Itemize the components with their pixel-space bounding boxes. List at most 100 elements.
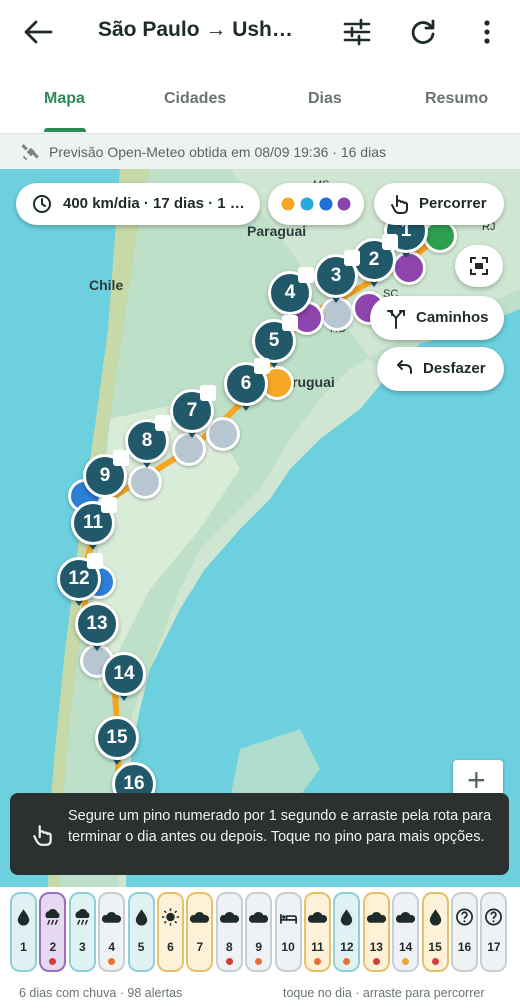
day-number: 12 (340, 940, 354, 954)
day-chip-13[interactable]: 13 (362, 892, 390, 972)
route-summary-text: 400 km/dia · 17 dias · 1 … (63, 195, 245, 212)
alert-dot (402, 958, 410, 965)
alert-dot (108, 958, 116, 965)
day-number: 16 (457, 940, 472, 954)
cloud-icon (249, 912, 269, 923)
lock-icon (254, 358, 270, 374)
day-number: 3 (78, 940, 86, 954)
day-chip-8[interactable]: 8 (215, 892, 243, 972)
day-chip-3[interactable]: 3 (68, 892, 96, 972)
legend-dots (281, 197, 351, 211)
tab-dias[interactable]: Dias (308, 90, 342, 108)
fit-screen-icon (470, 257, 488, 275)
day-number: 5 (137, 940, 145, 954)
lock-icon (382, 234, 398, 250)
hint-toast: Segure um pino numerado por 1 segundo e … (10, 793, 509, 875)
page-title: São Paulo → Ush… (98, 18, 293, 41)
desfazer-button[interactable]: Desfazer (377, 347, 504, 391)
day-chip-7[interactable]: 7 (186, 892, 214, 972)
alert-dot (343, 958, 351, 965)
storm-cloud-icon (75, 909, 90, 925)
day-number: 9 (255, 940, 263, 954)
day-chip-12[interactable]: 12 (333, 892, 361, 972)
weather-marker-cloud[interactable] (206, 417, 240, 451)
lock-icon (298, 267, 314, 283)
alert-dot (431, 958, 439, 965)
day-chip-11[interactable]: 11 (304, 892, 331, 972)
day-chip-17[interactable]: 17 (480, 892, 508, 972)
day-number: 1 (20, 940, 27, 954)
day-pin-number: 15 (95, 716, 139, 760)
fit-bounds-button[interactable] (455, 245, 503, 287)
weather-marker-cloud[interactable] (128, 465, 162, 499)
cloud-icon (366, 912, 386, 923)
cloud-icon (190, 912, 210, 923)
question-icon (485, 908, 503, 926)
cloud-icon (308, 912, 327, 923)
strip-hint: toque no dia · arraste para percorrer (283, 986, 485, 1000)
day-chip-15[interactable]: 15 (421, 892, 449, 972)
more-vert-icon[interactable] (471, 16, 503, 48)
alert-dot (372, 958, 380, 965)
legend-dot-heavy-rain (319, 197, 333, 211)
day-number: 17 (487, 940, 501, 954)
app-bar: São Paulo → Ush… (0, 0, 520, 64)
day-number: 14 (399, 940, 413, 954)
touch-hand-icon (33, 825, 52, 846)
arrow-left-icon[interactable] (22, 18, 54, 46)
day-chip-10[interactable]: 10 (274, 892, 302, 972)
day-number: 11 (311, 940, 324, 954)
raindrop-icon (429, 909, 441, 926)
refresh-icon[interactable] (407, 16, 439, 48)
weather-legend-chip[interactable] (268, 183, 364, 225)
caminhos-label: Caminhos (416, 309, 489, 326)
day-pin-number: 13 (75, 602, 119, 646)
day-chip-4[interactable]: 4 (98, 892, 126, 972)
alert-dot (314, 958, 321, 965)
day-chip-6[interactable]: 6 (157, 892, 184, 972)
day-chip-5[interactable]: 5 (127, 892, 155, 972)
satellite-icon (21, 144, 39, 160)
sun-icon (161, 908, 180, 926)
lock-icon (87, 553, 103, 569)
cloud-icon (396, 912, 416, 923)
tab-mapa[interactable]: Mapa (44, 90, 85, 108)
day-chip-14[interactable]: 14 (392, 892, 420, 972)
percorrer-button[interactable]: Percorrer (374, 183, 504, 225)
legend-dot-rain (300, 197, 314, 211)
day-number: 10 (281, 940, 295, 954)
forecast-info-bar: Previsão Open-Meteo obtida em 08/09 19:3… (0, 134, 520, 169)
day-chip-9[interactable]: 9 (245, 892, 273, 972)
alert-dot (255, 958, 263, 965)
hint-toast-message: Segure um pino numerado por 1 segundo e … (68, 808, 492, 845)
lock-icon (282, 315, 298, 331)
caminhos-button[interactable]: Caminhos (370, 296, 504, 340)
day-chip-16[interactable]: 16 (451, 892, 478, 972)
bed-icon (279, 914, 297, 924)
tab-cidades[interactable]: Cidades (164, 90, 226, 108)
day-number: 6 (167, 940, 174, 954)
route-map[interactable]: Paraguai Chile ruguai MS SC RS RJ 1 2 3 … (0, 169, 520, 887)
day-chip-1[interactable]: 1 (10, 892, 37, 972)
lock-icon (344, 250, 360, 266)
raindrop-icon (17, 909, 30, 926)
route-summary-chip[interactable]: 400 km/dia · 17 dias · 1 … (16, 183, 260, 225)
day-strip[interactable]: 6 dias com chuva · 98 alertas toque no d… (0, 887, 520, 1008)
desfazer-label: Desfazer (423, 360, 486, 377)
day-pin-number: 14 (102, 652, 146, 696)
day-number: 4 (108, 940, 116, 954)
day-chip-2[interactable]: 2 (39, 892, 67, 972)
day-number: 15 (428, 940, 442, 954)
tab-resumo[interactable]: Resumo (425, 90, 488, 108)
cloud-icon (102, 912, 122, 923)
raindrop-icon (135, 909, 147, 926)
lock-icon (113, 450, 129, 466)
touch-hand-icon (391, 195, 408, 214)
legend-dot-sun (281, 197, 295, 211)
raindrop-icon (341, 909, 353, 926)
tab-bar: Mapa Cidades Dias Resumo (0, 64, 520, 134)
cloud-icon (219, 912, 239, 923)
tune-icon[interactable] (341, 16, 373, 48)
day-number: 8 (225, 940, 233, 954)
fork-route-icon (387, 310, 405, 329)
